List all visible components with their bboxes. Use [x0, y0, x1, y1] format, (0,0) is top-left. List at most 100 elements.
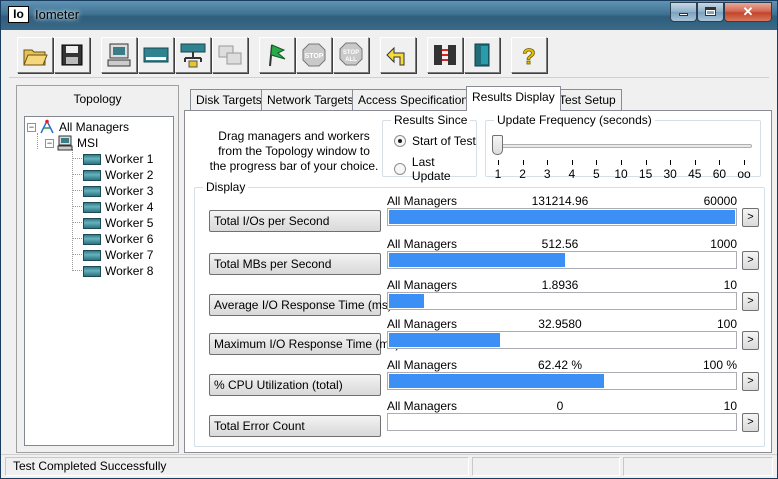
result-progress-fill [389, 333, 500, 347]
result-metric-button[interactable]: Total I/Os per Second [209, 210, 381, 232]
radio-label: Last Update [411, 155, 451, 183]
topology-tree[interactable]: − All Managers − MSI Worker 1 Worker 2 W… [24, 116, 174, 446]
result-metric-button[interactable]: % CPU Utilization (total) [209, 374, 381, 396]
result-manager-label: All Managers [387, 278, 458, 292]
tree-node-manager[interactable]: − MSI [45, 135, 99, 151]
exit-button[interactable] [464, 37, 500, 73]
status-message: Test Completed Successfully [5, 457, 469, 476]
slider-tick [498, 160, 499, 165]
tree-label-worker: Worker 7 [105, 248, 154, 262]
disk-worker-icon [83, 217, 101, 229]
stop-all-button[interactable]: STOP ALL [333, 37, 369, 73]
result-metric-button[interactable]: Average I/O Response Time (ms) [209, 294, 392, 316]
update-frequency-slider-thumb[interactable] [492, 135, 503, 155]
slider-tick [694, 160, 696, 165]
tree-label-worker: Worker 4 [105, 200, 154, 214]
duplicate-worker-button[interactable] [212, 37, 248, 73]
result-expand-button[interactable]: > [742, 372, 759, 391]
tree-label-all-managers: All Managers [59, 120, 130, 134]
start-network-worker-button[interactable] [175, 37, 211, 73]
slider-tick-label: 15 [638, 167, 653, 181]
tab-results-display[interactable]: Results Display [466, 86, 561, 111]
tree-node-worker[interactable]: Worker 1 [83, 151, 154, 167]
start-tests-button[interactable] [259, 37, 295, 73]
iometer-app-icon: Io [8, 6, 29, 23]
disconnect-button[interactable] [427, 37, 463, 73]
start-disk-worker-button[interactable] [138, 37, 174, 73]
radio-start-of-test[interactable]: Start of Test [394, 134, 476, 148]
slider-tick-label: 2 [519, 167, 526, 181]
save-config-button[interactable] [54, 37, 90, 73]
result-progress-bar[interactable] [387, 413, 737, 431]
svg-text:STOP: STOP [305, 53, 324, 60]
result-value: 32.9580 [538, 317, 582, 331]
close-button[interactable]: ✕ [724, 2, 772, 22]
result-expand-button[interactable]: > [742, 292, 759, 311]
title-bar[interactable]: Io Iometer ✕ [1, 1, 777, 30]
result-progress-bar[interactable] [387, 372, 737, 390]
slider-tick [571, 160, 573, 165]
tree-node-worker[interactable]: Worker 6 [83, 231, 154, 247]
result-max-value: 60000 [703, 194, 737, 208]
tree-node-worker[interactable]: Worker 4 [83, 199, 154, 215]
status-pane-2 [472, 457, 620, 476]
status-pane-3 [623, 457, 773, 476]
result-progress-bar[interactable] [387, 208, 737, 226]
result-progress-fill [389, 210, 735, 224]
window-title: Iometer [35, 7, 80, 22]
tree-label-worker: Worker 8 [105, 264, 154, 278]
result-expand-button[interactable]: > [742, 251, 759, 270]
tab-access-specifications[interactable]: Access Specifications [352, 89, 481, 110]
tab-test-setup[interactable]: Test Setup [553, 89, 622, 110]
result-progress-bar[interactable] [387, 251, 737, 269]
result-expand-button[interactable]: > [742, 331, 759, 350]
disk-worker-icon [83, 233, 101, 245]
stop-button[interactable]: STOP [296, 37, 332, 73]
result-expand-button[interactable]: > [742, 208, 759, 227]
tree-node-worker[interactable]: Worker 7 [83, 247, 154, 263]
result-metric-button[interactable]: Total Error Count [209, 415, 381, 437]
tree-node-worker[interactable]: Worker 8 [83, 263, 154, 279]
network-icon [40, 119, 54, 134]
disk-worker-icon [83, 169, 101, 181]
collapse-icon[interactable]: − [27, 122, 36, 132]
start-new-manager-button[interactable] [101, 37, 137, 73]
tree-node-worker[interactable]: Worker 2 [83, 167, 154, 183]
result-metric-button[interactable]: Total MBs per Second [209, 253, 381, 275]
maximize-button[interactable] [697, 2, 724, 22]
radio-selected-icon [394, 135, 406, 147]
collapse-icon[interactable]: − [45, 138, 54, 148]
drag-instructions: Drag managers and workers from the Topol… [209, 129, 379, 173]
radio-unselected-icon [394, 163, 406, 175]
about-button[interactable]: ? [511, 37, 547, 73]
slider-tick-label: 3 [543, 167, 551, 181]
minimize-icon [679, 13, 688, 16]
slider-tick-label: oo [737, 167, 751, 181]
slider-tick [547, 160, 549, 165]
result-progress-bar[interactable] [387, 331, 737, 349]
result-expand-button[interactable]: > [742, 413, 759, 432]
tree-node-worker[interactable]: Worker 3 [83, 183, 154, 199]
tab-disk-targets[interactable]: Disk Targets [190, 89, 268, 110]
tree-label-worker: Worker 2 [105, 168, 154, 182]
tree-node-all-managers[interactable]: − All Managers [27, 119, 130, 135]
tree-node-worker[interactable]: Worker 5 [83, 215, 154, 231]
result-progress-bar[interactable] [387, 292, 737, 310]
slider-tick [744, 160, 745, 165]
open-folder-icon [23, 49, 48, 66]
radio-last-update[interactable]: Last Update [394, 155, 476, 183]
update-frequency-slider[interactable] [498, 144, 752, 148]
tab-control: Disk Targets Network Targets Access Spec… [184, 85, 772, 453]
tab-network-targets[interactable]: Network Targets [261, 89, 360, 110]
radio-label: Start of Test [412, 134, 476, 148]
result-progress-fill [389, 374, 604, 388]
result-metric-button[interactable]: Maximum I/O Response Time (ms) [209, 333, 399, 355]
minimize-button[interactable] [670, 2, 697, 22]
computer-icon [57, 135, 73, 151]
disk-worker-icon [83, 153, 101, 165]
results-display-pane: Drag managers and workers from the Topol… [184, 110, 772, 453]
reset-workers-button[interactable] [380, 37, 416, 73]
open-config-button[interactable] [17, 37, 53, 73]
reset-arrow-icon [386, 46, 405, 66]
toolbar: STOP STOP ALL ? [9, 32, 769, 78]
